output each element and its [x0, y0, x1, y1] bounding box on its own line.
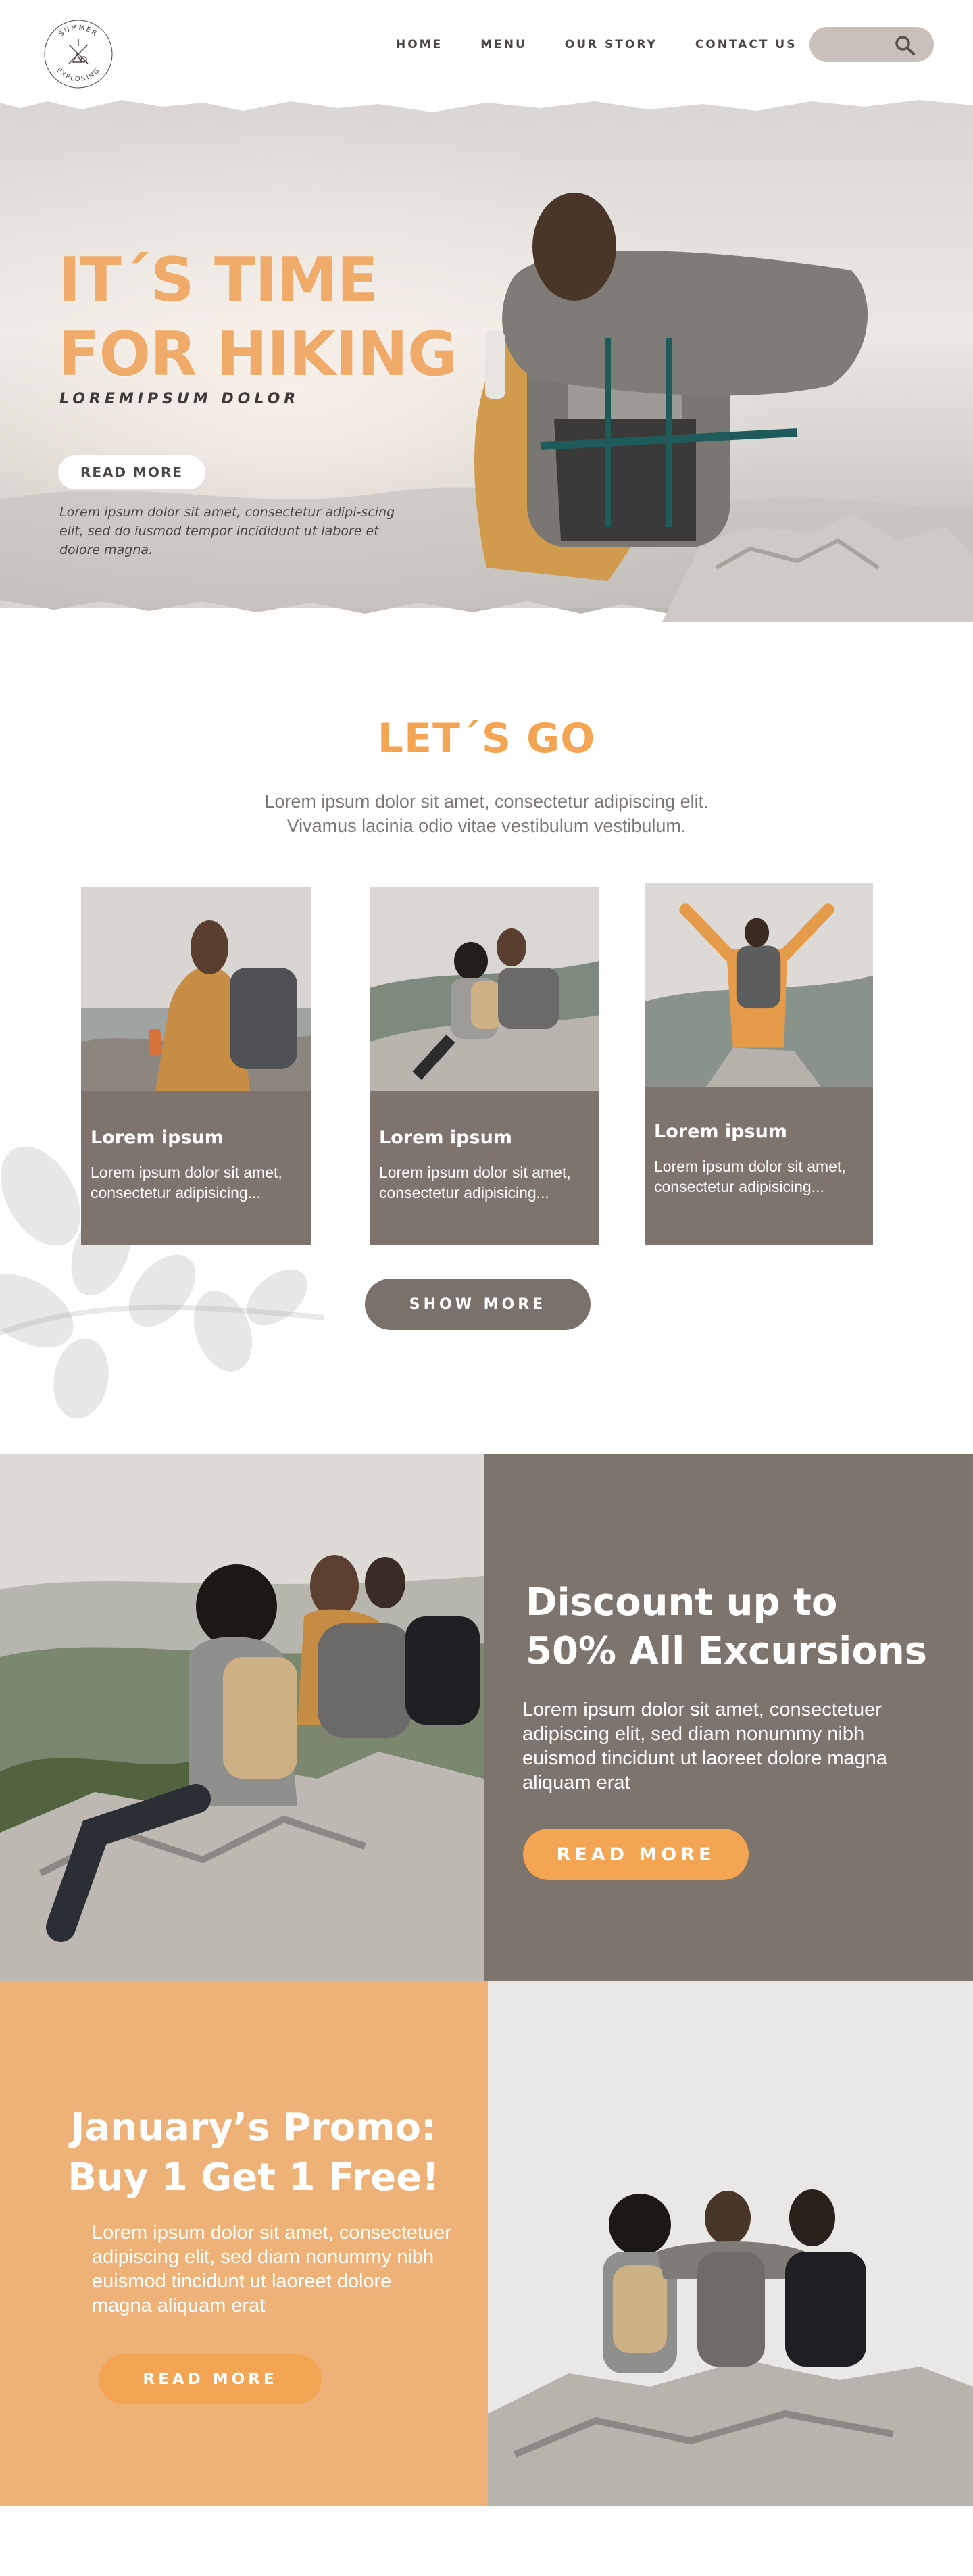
hero-title-line1: IT´S TIME — [58, 245, 378, 316]
promo-read-more-button[interactable]: READ MORE — [99, 2354, 322, 2404]
trip-card[interactable]: Lorem ipsum Lorem ipsum dolor sit amet, … — [645, 883, 873, 1245]
lets-go-title: LET´S GO — [377, 715, 596, 762]
trip-card[interactable]: Lorem ipsum Lorem ipsum dolor sit amet, … — [81, 887, 311, 1245]
trip-card-title: Lorem ipsum — [91, 1127, 224, 1148]
trip-card-photo — [81, 887, 311, 1091]
hero-description: Lorem ipsum dolor sit amet, consectetur … — [59, 505, 395, 558]
discount-description: Lorem ipsum dolor sit amet, consectetuer… — [522, 1699, 888, 1793]
trip-card-text: Lorem ipsum dolor sit amet, consectetur … — [91, 1164, 282, 1202]
main-nav: HOME MENU OUR STORY CONTACT US — [396, 38, 834, 51]
promo-title: January’s Promo: Buy 1 Get 1 Free! — [27, 2103, 480, 2203]
trip-card-text: Lorem ipsum dolor sit amet, consectetur … — [379, 1164, 571, 1202]
discount-title-line2: 50% All Excursions — [526, 1629, 928, 1673]
hero-read-more-button[interactable]: READ MORE — [58, 455, 205, 489]
hero-subtitle: LOREMIPSUM DOLOR — [59, 391, 300, 407]
hero-section: IT´S TIME FOR HIKING LOREMIPSUM DOLOR RE… — [0, 95, 973, 635]
promo-title-line2: Buy 1 Get 1 Free! — [68, 2156, 439, 2200]
promo-description: Lorem ipsum dolor sit amet, consectetuer… — [92, 2222, 451, 2317]
summer-exploring-logo[interactable]: SUMMER EXPLORING — [43, 19, 114, 89]
promo-title-line1: January’s Promo: — [70, 2106, 436, 2150]
discount-title-line1: Discount up to — [526, 1581, 838, 1625]
lets-go-text-line2: Vivamus lacinia odio vitae vestibulum ve… — [286, 816, 687, 836]
site-header: SUMMER EXPLORING HOME MENU OUR STORY CON… — [0, 0, 973, 101]
search-bar[interactable] — [809, 27, 934, 62]
footer-spacer — [0, 2506, 973, 2576]
nav-menu[interactable]: MENU — [480, 38, 527, 51]
nav-home[interactable]: HOME — [396, 38, 443, 51]
lets-go-text-line1: Lorem ipsum dolor sit amet, consectetur … — [264, 791, 709, 812]
trip-card-text: Lorem ipsum dolor sit amet, consectetur … — [654, 1158, 846, 1195]
show-more-button[interactable]: SHOW MORE — [365, 1279, 591, 1330]
hero-title: IT´S TIME FOR HIKING — [58, 243, 531, 392]
trip-card-title: Lorem ipsum — [379, 1127, 512, 1148]
nav-our-story[interactable]: OUR STORY — [565, 38, 657, 51]
trip-card-title: Lorem ipsum — [654, 1121, 787, 1142]
search-icon[interactable] — [895, 35, 915, 55]
lets-go-description: Lorem ipsum dolor sit amet, consectetur … — [0, 789, 973, 838]
trip-card-photo — [645, 883, 873, 1087]
discount-title: Discount up to 50% All Excursions — [526, 1579, 931, 1676]
hero-title-line2: FOR HIKING — [58, 319, 457, 390]
nav-contact-us[interactable]: CONTACT US — [695, 38, 797, 51]
discount-read-more-button[interactable]: READ MORE — [523, 1829, 749, 1880]
discount-hikers-photo — [0, 1454, 484, 1981]
trip-card-photo — [370, 887, 599, 1091]
trip-card[interactable]: Lorem ipsum Lorem ipsum dolor sit amet, … — [370, 887, 599, 1245]
promo-hikers-photo — [488, 1981, 973, 2506]
